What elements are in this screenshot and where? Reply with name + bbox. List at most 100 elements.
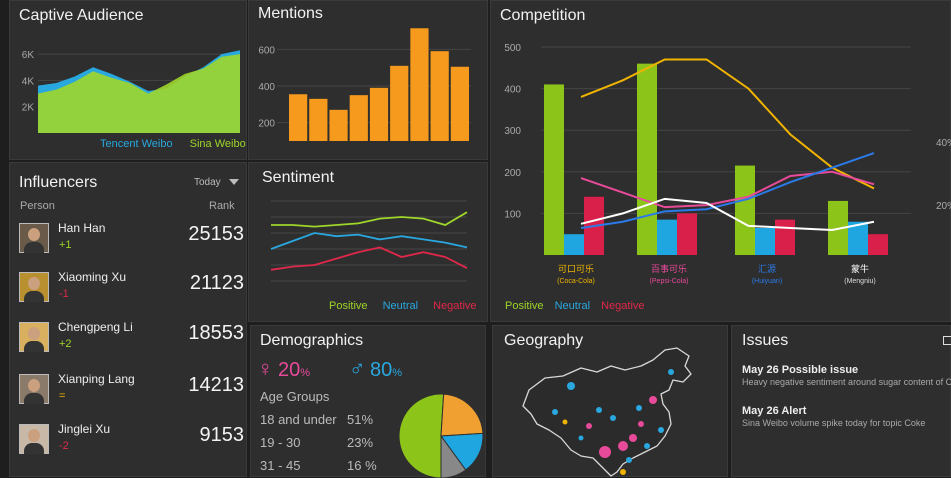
- map-dot: [629, 434, 637, 442]
- mentions-bar: [289, 94, 308, 141]
- avatar: [19, 424, 49, 454]
- influencer-rank: 21123: [189, 272, 244, 294]
- brand-sublabel: (Mengniu): [844, 278, 876, 285]
- influencer-change: -1: [59, 288, 69, 300]
- brand-label: 百事可乐: [651, 263, 687, 275]
- map-dot: [668, 369, 674, 375]
- legend-neutral: Neutral: [554, 300, 591, 312]
- mentions-bar: [450, 66, 469, 141]
- filter-value: Today: [194, 177, 221, 188]
- competition-chart: 500 400 300 200 100 40% 20% 可口可乐 (Coca-Cola) 百事可乐…: [504, 43, 951, 285]
- mentions-bar: [369, 87, 389, 141]
- influencers-panel: Influencers Today Person Rank Han Han +1…: [9, 162, 247, 477]
- column-person: Person: [20, 200, 55, 212]
- influencer-rank: 18553: [188, 322, 244, 344]
- avatar: [19, 272, 49, 302]
- avatar: [19, 322, 49, 352]
- influencer-row[interactable]: Xianping Lang = 14213: [19, 372, 247, 416]
- pie-slice: [398, 393, 445, 478]
- influencer-row[interactable]: Chengpeng Li +2 18553: [19, 320, 247, 364]
- y-tick-label: 200: [504, 168, 521, 179]
- mail-icon[interactable]: [943, 336, 951, 345]
- influencer-change: -2: [59, 440, 69, 452]
- competition-bar: [657, 219, 677, 255]
- sentiment-panel: Sentiment Positive Neutral Negative: [248, 162, 488, 322]
- legend-negative: Negative: [433, 300, 477, 312]
- influencers-title: Influencers: [19, 174, 98, 191]
- competition-bar: [868, 234, 888, 255]
- mentions-bar: [410, 28, 429, 141]
- influencer-change: =: [59, 390, 66, 402]
- influencer-name: Jinglei Xu: [58, 422, 111, 436]
- competition-bar: [755, 227, 775, 255]
- map-dot: [620, 469, 626, 475]
- influencer-rank: 14213: [188, 374, 244, 396]
- influencer-row[interactable]: Xiaoming Xu -1 21123: [19, 270, 247, 314]
- y-tick-label: 600: [258, 45, 275, 56]
- y-tick-label: 400: [504, 85, 521, 96]
- influencer-row[interactable]: Han Han +1 25153: [19, 221, 247, 265]
- competition-bar: [564, 234, 584, 255]
- influencer-change: +2: [59, 338, 72, 350]
- legend-positive: Positive: [505, 300, 544, 312]
- legend-sina-weibo: Sina Weibo: [189, 138, 246, 150]
- map-dot: [626, 457, 632, 463]
- y-tick-label: 4K: [22, 76, 35, 87]
- legend-positive: Positive: [329, 300, 368, 312]
- legend-neutral: Neutral: [382, 300, 419, 312]
- map-dot: [586, 423, 592, 429]
- pie-slice: [440, 393, 484, 437]
- map-dot: [552, 409, 558, 415]
- competition-legend: Positive Neutral Negative: [505, 300, 659, 312]
- competition-bar: [544, 84, 564, 255]
- influencer-filter-dropdown[interactable]: Today: [194, 177, 240, 188]
- competition-panel: Competition 50040030020010040%20%可口可乐(Co…: [490, 0, 951, 322]
- influencer-row[interactable]: Jinglei Xu -2 9153: [19, 422, 247, 466]
- demographics-panel: Demographics ♀ 20% ♂ 80% Age Groups 18 a…: [250, 325, 486, 478]
- y-tick-label: 400: [258, 82, 275, 93]
- map-dot: [610, 415, 616, 421]
- area-series-sina-weibo: [38, 54, 240, 134]
- map-dot: [599, 446, 611, 458]
- brand-sublabel: (Huiyuan): [752, 278, 782, 285]
- map-dot: [562, 419, 568, 425]
- brand-sublabel: (Coca-Cola): [557, 278, 595, 285]
- issues-panel: Issues May 26 Possible issue Heavy negat…: [731, 325, 951, 477]
- map-dot: [596, 407, 602, 413]
- competition-bar: [637, 63, 657, 255]
- y-tick-label: 100: [504, 209, 521, 220]
- influencer-rank: 25153: [188, 223, 244, 245]
- map-dot: [649, 396, 657, 404]
- influencer-change: +1: [59, 239, 72, 251]
- y-tick-label: 200: [258, 119, 275, 130]
- y-tick-label: 500: [504, 43, 521, 54]
- influencer-name: Chengpeng Li: [58, 320, 133, 334]
- mentions-panel: Mentions 600 400 200: [248, 0, 488, 160]
- china-map: [522, 347, 692, 477]
- issue-heading[interactable]: May 26 Alert: [742, 405, 806, 417]
- sentiment-line-positive: [271, 211, 468, 228]
- map-dot: [636, 405, 642, 411]
- influencer-rank: 9153: [199, 424, 245, 446]
- legend-negative: Negative: [601, 300, 645, 312]
- mentions-bar: [390, 65, 409, 141]
- age-pie-chart: [398, 393, 484, 478]
- mentions-bar: [329, 109, 348, 141]
- brand-label: 蒙牛: [851, 263, 869, 275]
- avatar: [19, 223, 49, 253]
- y-tick-label: 300: [504, 126, 521, 137]
- issue-detail: Sina Weibo volume spike today for topic …: [742, 418, 926, 428]
- issue-heading[interactable]: May 26 Possible issue: [742, 364, 858, 376]
- influencer-name: Han Han: [58, 221, 106, 235]
- competition-bar: [677, 213, 697, 255]
- mentions-bar: [349, 95, 368, 141]
- map-dot: [578, 435, 584, 441]
- competition-bar: [735, 165, 755, 255]
- captive-legend: Tencent Weibo Sina Weibo: [100, 138, 246, 150]
- captive-audience-chart: 6K 4K 2K: [22, 50, 240, 134]
- issues-title: Issues: [742, 332, 789, 349]
- mentions-bar: [430, 51, 449, 141]
- sentiment-legend: Positive Neutral Negative: [329, 300, 491, 312]
- brand-label: 汇源: [758, 264, 776, 275]
- right-tick-label: 20%: [936, 201, 951, 212]
